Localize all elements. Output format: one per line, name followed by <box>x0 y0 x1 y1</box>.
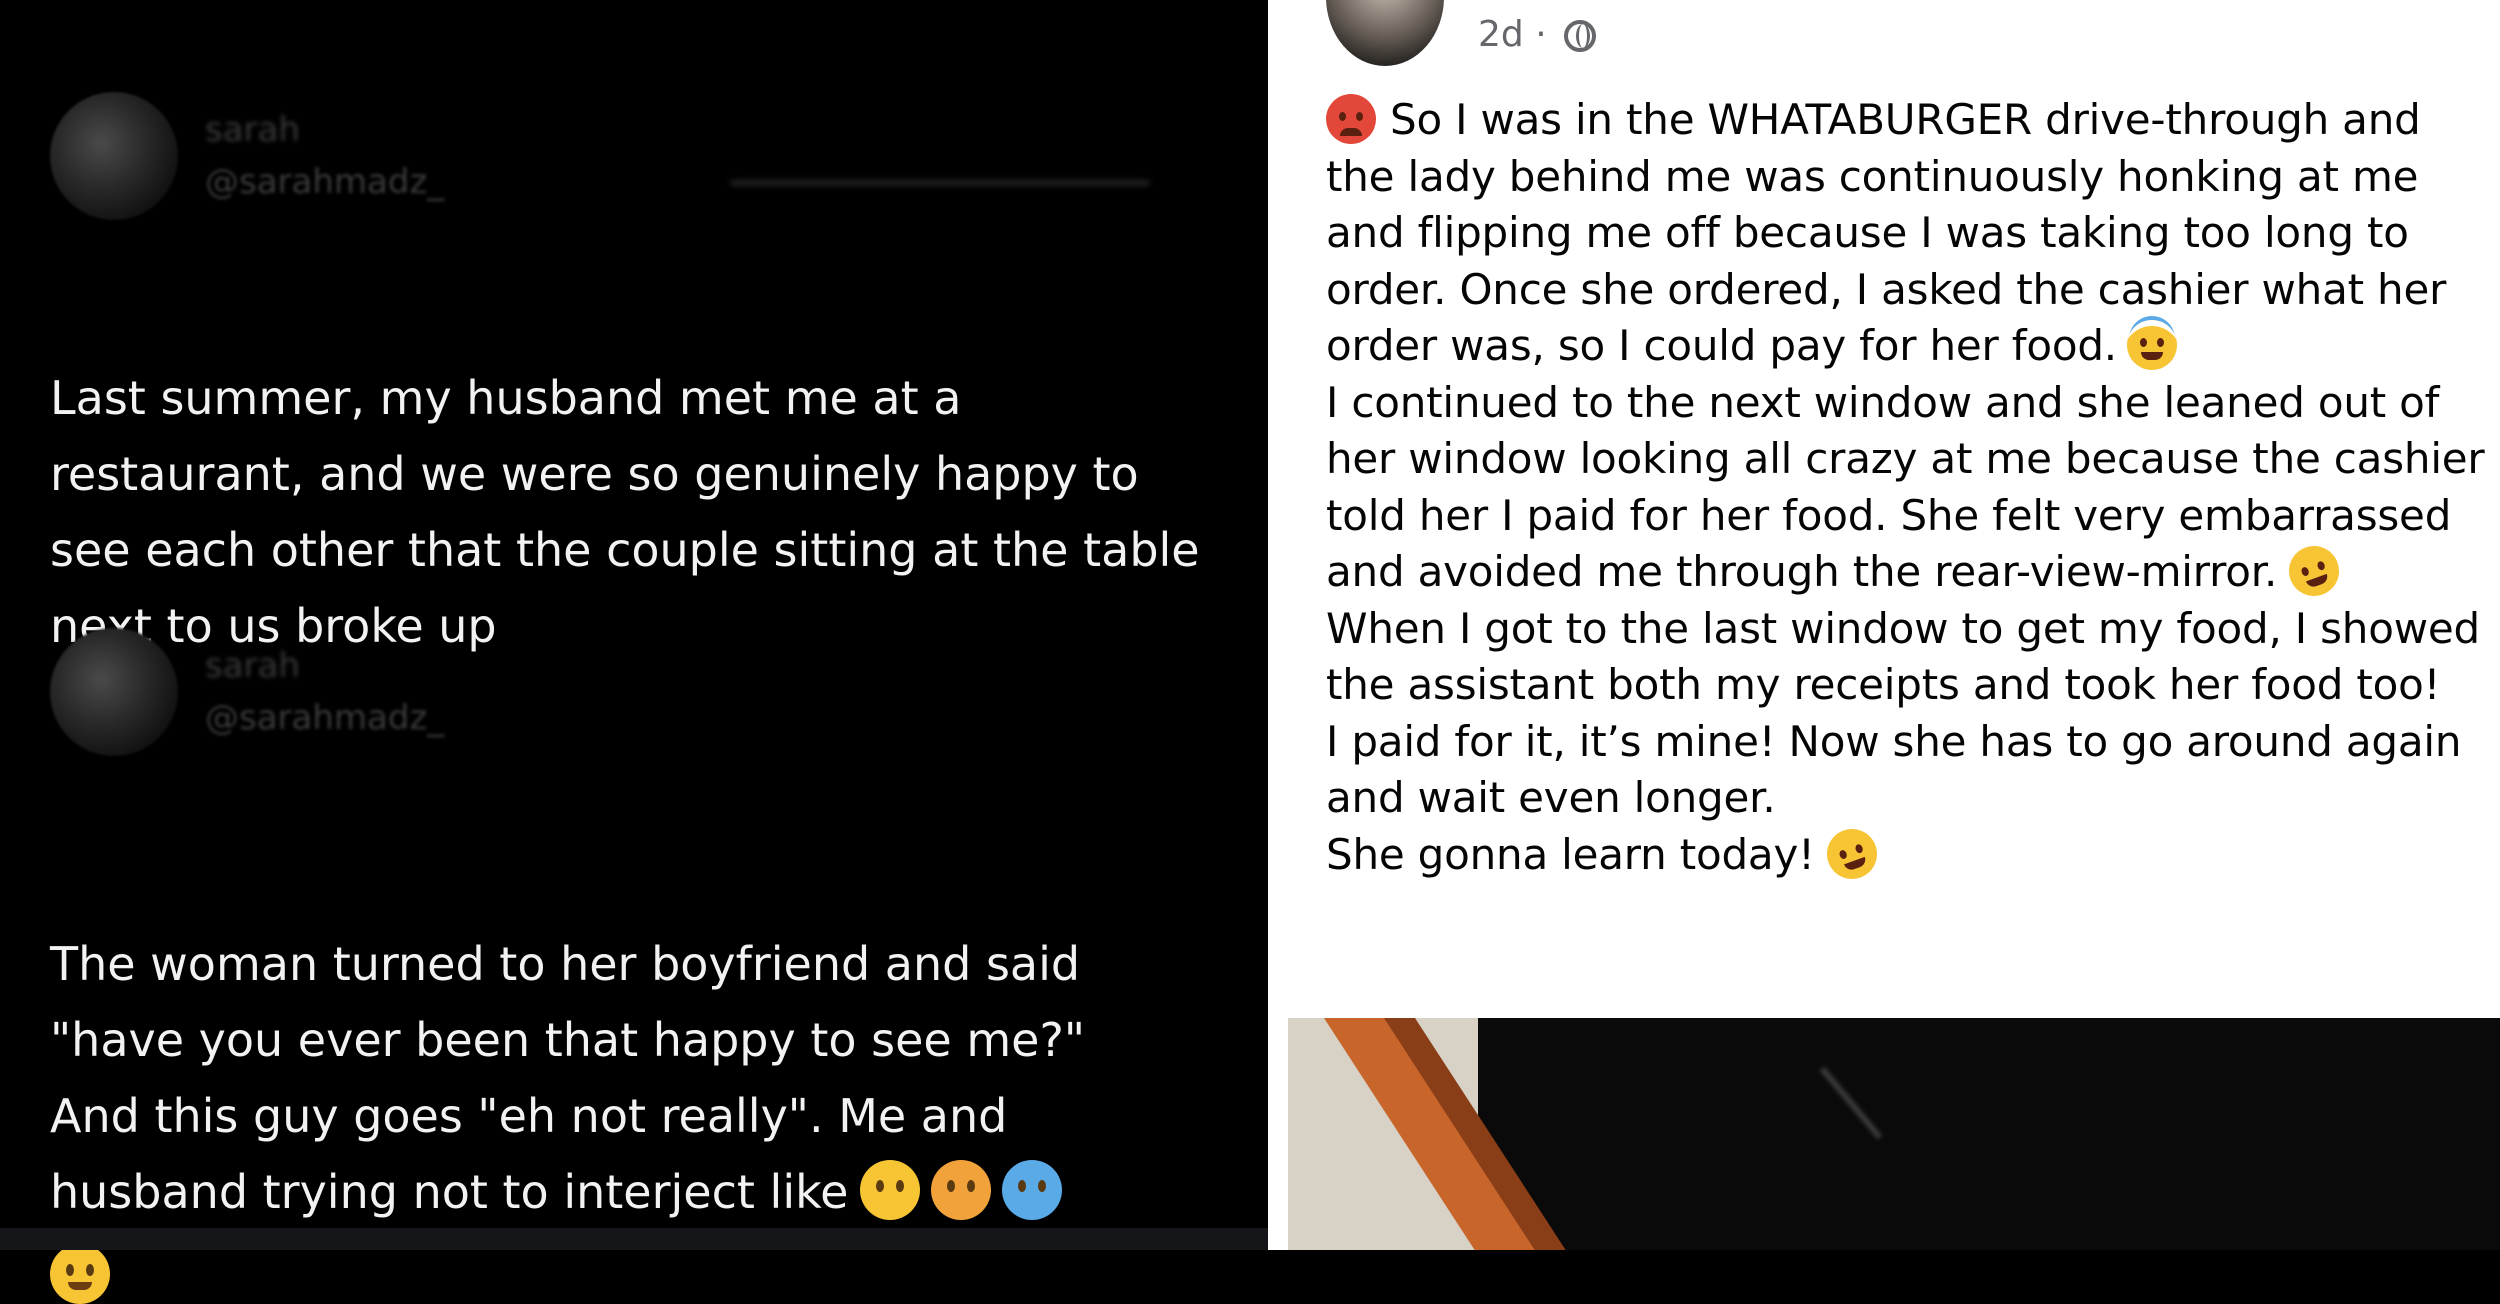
photo-light-streak <box>1819 1066 1883 1140</box>
tweet-header: sarah @sarahmadz_ <box>50 628 1230 768</box>
post-paragraph: When I got to the last window to get my … <box>1326 603 2480 710</box>
tweet-text: The woman turned to her boyfriend and sa… <box>50 937 1086 1219</box>
angry-face-icon <box>1326 94 1376 144</box>
tweet-1: sarah @sarahmadz_ Last summer, my husban… <box>50 92 1230 664</box>
smiling-face-with-halo-icon <box>2126 320 2177 370</box>
tweet-text: Last summer, my husband met me at a rest… <box>50 371 1200 653</box>
post-paragraph: She gonna learn today! <box>1326 821 2496 886</box>
tweet-thread-panel: sarah @sarahmadz_ Last summer, my husban… <box>0 0 1268 1304</box>
cold-face-icon <box>1001 1160 1062 1220</box>
post-photo[interactable] <box>1288 1018 2500 1250</box>
author-name[interactable]: sarah <box>205 646 300 686</box>
post-text: So I was in the WHATABURGER drive-throug… <box>1326 92 2496 886</box>
post-time[interactable]: 2d · <box>1478 14 1547 55</box>
post-paragraph: I paid for it, it’s mine! Now she has to… <box>1326 716 2462 823</box>
face-with-hand-over-mouth-icon <box>859 1160 920 1220</box>
globe-icon <box>1564 20 1597 52</box>
tweet-header: sarah @sarahmadz_ <box>50 92 1230 232</box>
avatar[interactable] <box>50 628 178 756</box>
rolling-on-floor-laughing-icon <box>1819 821 1884 886</box>
tweet-2: sarah @sarahmadz_ The woman turned to he… <box>50 628 1230 1304</box>
post-paragraph: So I was in the WHATABURGER drive-throug… <box>1326 94 2447 370</box>
author-handle[interactable]: @sarahmadz_ <box>205 698 444 738</box>
redacted-bar <box>730 180 1150 186</box>
rolling-on-floor-laughing-icon <box>2282 538 2347 604</box>
post-paragraph: I continued to the next window and she l… <box>1326 375 2496 604</box>
collage: sarah @sarahmadz_ Last summer, my husban… <box>0 0 2500 1304</box>
collage-divider <box>1268 0 1288 1250</box>
avatar[interactable] <box>1326 0 1444 66</box>
flushed-face-icon <box>930 1160 991 1220</box>
bottom-strip <box>0 1228 1268 1250</box>
author-handle[interactable]: @sarahmadz_ <box>205 162 444 202</box>
author-name[interactable]: sarah <box>205 110 300 150</box>
woozy-face-icon <box>50 1244 110 1304</box>
avatar[interactable] <box>50 92 178 220</box>
post-meta: 2d · <box>1478 14 1597 55</box>
